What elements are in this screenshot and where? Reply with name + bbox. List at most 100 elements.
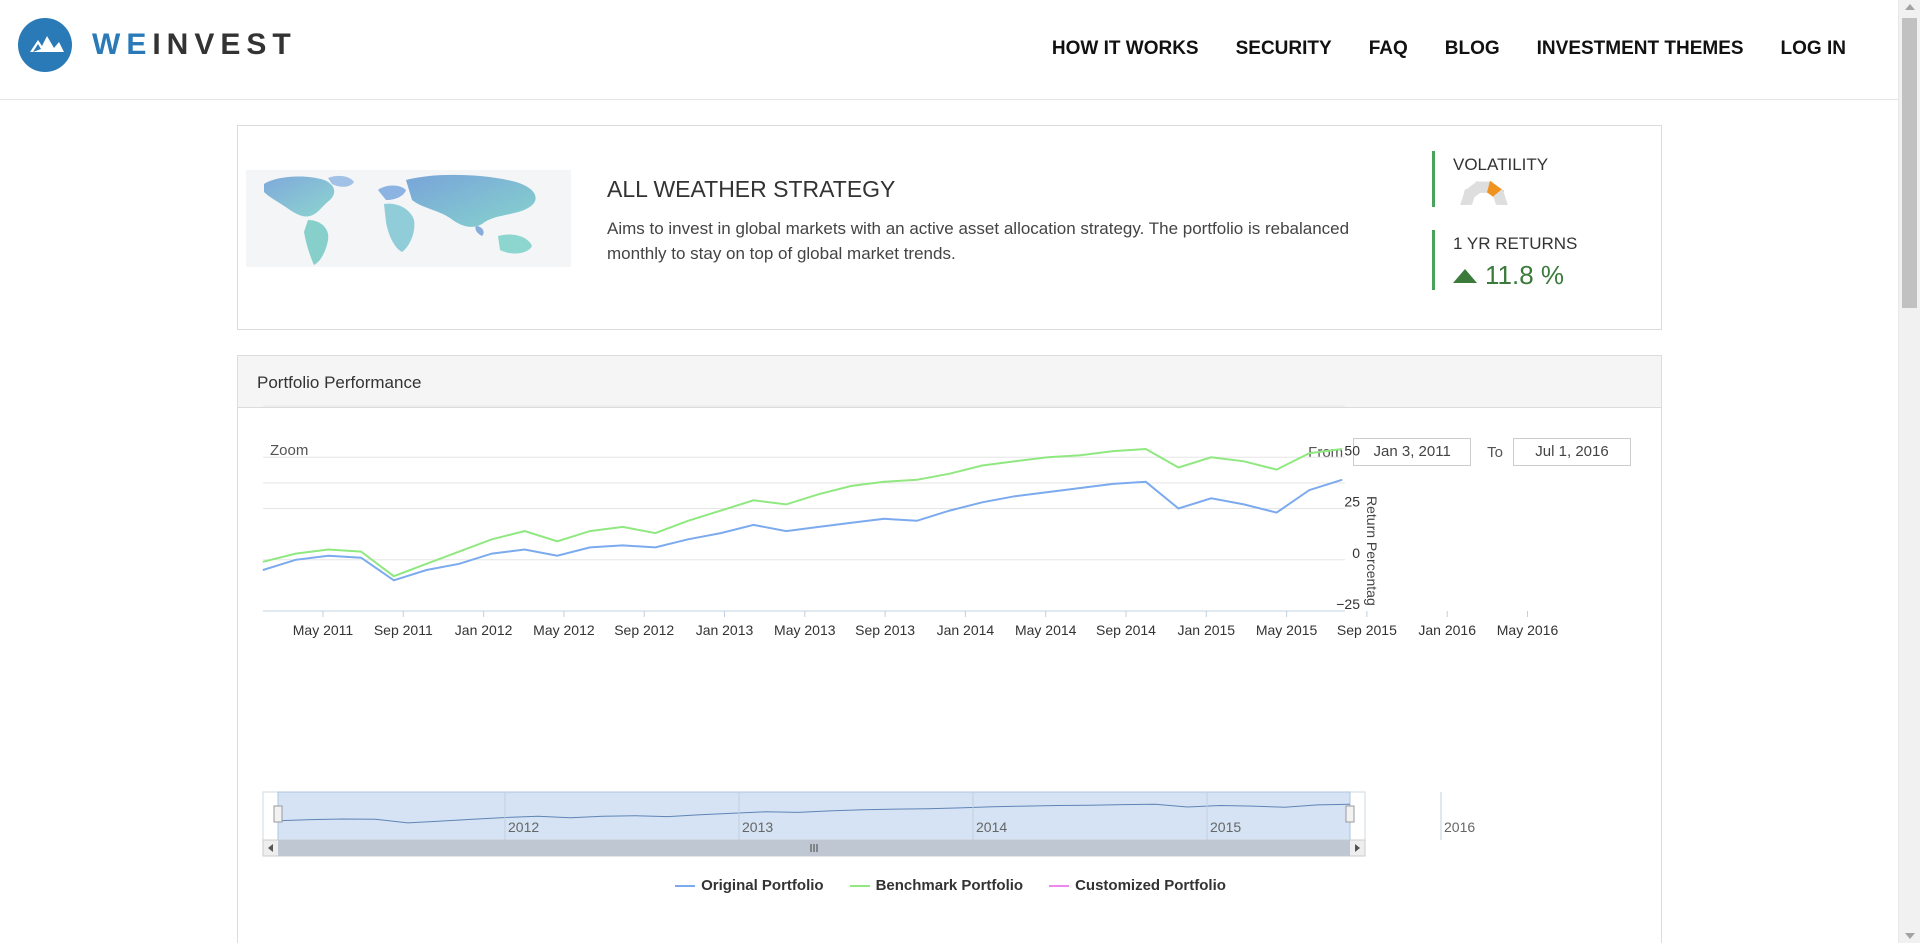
legend-benchmark-label: Benchmark Portfolio	[875, 877, 1024, 894]
series-point	[818, 493, 820, 495]
series-point	[1210, 497, 1212, 499]
legend-original-label: Original Portfolio	[701, 877, 824, 894]
series-point	[1079, 454, 1081, 456]
strategy-description: Aims to invest in global markets with an…	[607, 219, 1350, 263]
series-point	[1308, 489, 1310, 491]
logo[interactable]: WEINVEST	[18, 18, 297, 72]
series-point	[1341, 448, 1343, 450]
series-point	[1145, 481, 1147, 483]
series-point	[458, 563, 460, 565]
nav-investment-themes[interactable]: INVESTMENT THEMES	[1537, 38, 1744, 60]
series-point	[622, 526, 624, 528]
nav-how-it-works[interactable]: HOW IT WORKS	[1052, 38, 1199, 60]
series-point	[1341, 479, 1343, 481]
series-point	[556, 540, 558, 542]
series-point	[883, 518, 885, 520]
returns-metric: 1 YR RETURNS 11.8 %	[1432, 230, 1577, 290]
x-tick-label: Jan 2016	[1418, 622, 1476, 638]
main-nav: HOW IT WORKS SECURITY FAQ BLOG INVESTMEN…	[1015, 38, 1846, 60]
chart-legend: Original Portfolio Benchmark Portfolio C…	[238, 877, 1663, 894]
x-tick-label: May 2013	[774, 622, 836, 638]
legend-original-swatch	[675, 884, 696, 887]
series-point	[720, 532, 722, 534]
y-tick-label: 25	[1344, 494, 1360, 510]
series-point	[851, 485, 853, 487]
strategy-title: ALL WEATHER STRATEGY	[607, 176, 896, 202]
navigator-year-label: 2014	[976, 819, 1007, 835]
series-point	[785, 503, 787, 505]
series-point	[949, 473, 951, 475]
nav-blog[interactable]: BLOG	[1445, 38, 1500, 60]
returns-value-row: 11.8 %	[1453, 260, 1577, 291]
series-point	[262, 561, 264, 563]
series-point	[1178, 508, 1180, 509]
series-point	[1210, 456, 1212, 458]
series-point	[524, 530, 526, 532]
x-tick-label: May 2016	[1497, 622, 1559, 638]
strategy-card: ALL WEATHER STRATEGY Aims to invest in g…	[237, 125, 1662, 330]
series-point	[1047, 456, 1049, 458]
x-tick-label: Sep 2014	[1096, 622, 1156, 638]
series-point	[393, 579, 395, 581]
legend-customized-swatch	[1049, 884, 1070, 887]
nav-faq[interactable]: FAQ	[1369, 38, 1408, 60]
series-point	[393, 575, 395, 577]
series-point	[491, 553, 493, 555]
series-point	[425, 569, 427, 571]
brand-we: WE	[92, 28, 153, 61]
legend-benchmark-portfolio[interactable]: Benchmark Portfolio	[849, 877, 1024, 894]
x-tick-label: Sep 2013	[855, 622, 915, 638]
page-scrollbar[interactable]	[1898, 0, 1920, 943]
series-point	[785, 530, 787, 532]
series-point	[360, 551, 362, 553]
scroll-thumb[interactable]	[1902, 18, 1917, 308]
series-point	[654, 532, 656, 534]
x-tick-label: May 2011	[293, 622, 354, 638]
performance-chart: 50 25 0 −25 Return Percentag May 2011 Sep 2011…	[262, 405, 1559, 857]
volatility-gauge-icon	[1453, 179, 1548, 210]
series-point	[1079, 487, 1081, 489]
series-point	[687, 520, 689, 522]
navigator-left-handle	[273, 805, 283, 823]
x-tick-label: May 2015	[1256, 622, 1318, 638]
series-point	[262, 569, 264, 571]
scroll-down-arrow-icon[interactable]	[1905, 933, 1915, 939]
y-tick-label: 50	[1344, 442, 1360, 458]
series-point	[1308, 452, 1310, 454]
brand-invest: INVEST	[152, 28, 297, 61]
x-tick-label: May 2012	[533, 622, 595, 638]
up-arrow-icon	[1453, 268, 1477, 283]
series-point	[425, 563, 427, 565]
legend-original-portfolio[interactable]: Original Portfolio	[675, 877, 824, 894]
series-point	[1047, 491, 1049, 493]
legend-customized-portfolio[interactable]: Customized Portfolio	[1049, 877, 1226, 894]
nav-security[interactable]: SECURITY	[1236, 38, 1332, 60]
series-point	[556, 555, 558, 557]
legend-benchmark-swatch	[849, 884, 870, 887]
series-point	[687, 538, 689, 540]
series-point	[295, 559, 297, 561]
site-header: WEINVEST HOW IT WORKS SECURITY FAQ BLOG …	[0, 0, 1898, 100]
x-tick-label: Jan 2014	[937, 622, 995, 638]
series-point	[883, 481, 885, 483]
navigator-mask	[277, 791, 1351, 841]
series-line-1	[262, 447, 1343, 578]
series-point	[818, 526, 820, 528]
series-point	[1243, 460, 1245, 462]
scroll-up-arrow-icon[interactable]	[1905, 4, 1915, 10]
series-point	[752, 524, 754, 526]
performance-card: Portfolio Performance Zoom From Jan 3, 2…	[237, 355, 1662, 943]
series-point	[491, 538, 493, 540]
series-point	[589, 546, 591, 548]
x-tick-label: Jan 2015	[1177, 622, 1235, 638]
nav-log-in[interactable]: LOG IN	[1781, 38, 1846, 60]
y-tick-label: 0	[1352, 545, 1360, 561]
series-point	[720, 510, 722, 512]
series-point	[360, 557, 362, 559]
navigator-year-label: 2013	[742, 819, 773, 835]
navigator-year-label: 2015	[1210, 819, 1241, 835]
mountain-logo-icon	[18, 18, 72, 72]
series-point	[1014, 495, 1016, 497]
series-point	[654, 546, 656, 548]
returns-label: 1 YR RETURNS	[1453, 234, 1578, 253]
